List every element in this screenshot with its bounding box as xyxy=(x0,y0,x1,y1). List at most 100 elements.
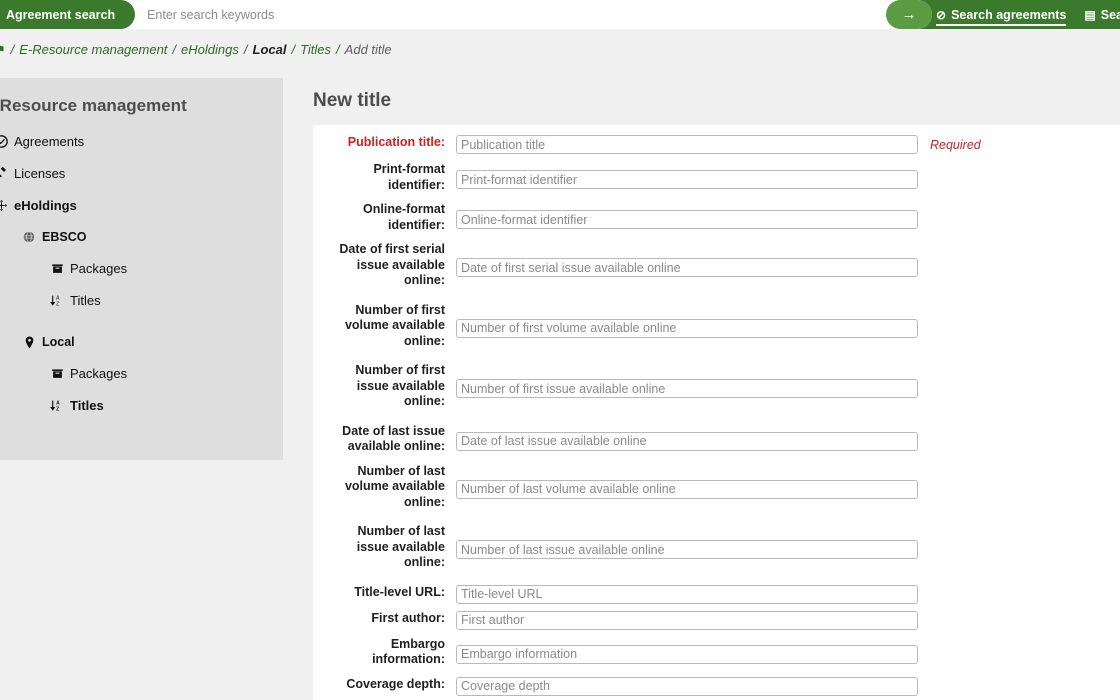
new-title-form-panel: Publication title:Required Print-format i… xyxy=(313,125,1120,700)
sidebar-title: -Resource management xyxy=(0,96,283,116)
field-label: Embargo information: xyxy=(313,637,456,668)
global-search-container: Agreement search → xyxy=(0,0,932,29)
sidebar-item-label: Titles xyxy=(70,398,104,413)
map-pin-icon xyxy=(22,335,36,349)
field-label: Number of last volume available online: xyxy=(313,464,456,511)
search-packages-action[interactable]: ▤ Sea xyxy=(1084,0,1120,29)
search-submit-button[interactable]: → xyxy=(886,0,932,29)
search-agreements-action[interactable]: ⊘ Search agreements xyxy=(936,0,1066,29)
search-agreements-label: Search agreements xyxy=(951,8,1066,22)
field-input[interactable] xyxy=(456,379,918,398)
check-circle-icon: ⊘ xyxy=(936,9,946,21)
field-label: Title-level URL: xyxy=(313,585,456,601)
field-input[interactable] xyxy=(456,611,918,630)
sidebar-item-eholdings[interactable]: eHoldings xyxy=(0,198,283,213)
field-label: Number of first volume available online: xyxy=(313,303,456,350)
sidebar-item-local-titles[interactable]: AZ Titles xyxy=(50,398,283,413)
form-row: Number of first volume available online: xyxy=(313,303,1120,350)
check-circle-icon xyxy=(0,135,8,149)
breadcrumb-item-eresource-management[interactable]: E-Resource management xyxy=(19,42,167,57)
breadcrumb-item-local[interactable]: Local xyxy=(253,42,287,57)
field-control xyxy=(456,585,918,604)
svg-text:A: A xyxy=(56,400,60,406)
required-indicator: Required xyxy=(930,135,981,155)
form-row: First author: xyxy=(313,611,1120,630)
field-input[interactable] xyxy=(456,258,918,277)
form-row: Number of last issue available online: xyxy=(313,524,1120,571)
breadcrumb-item-eholdings[interactable]: eHoldings xyxy=(181,42,239,57)
field-input[interactable] xyxy=(456,480,918,499)
sidebar-item-label: Agreements xyxy=(14,134,84,149)
field-input[interactable] xyxy=(456,540,918,559)
breadcrumb: ⚑ / E-Resource management / eHoldings / … xyxy=(0,29,1120,70)
sidebar-item-label: Local xyxy=(42,335,75,349)
sidebar-item-ebsco-packages[interactable]: Packages xyxy=(50,261,283,276)
field-input[interactable] xyxy=(456,585,918,604)
field-control xyxy=(456,677,918,696)
arrows-move-icon xyxy=(0,199,8,213)
field-label: First author: xyxy=(313,611,456,627)
home-icon[interactable]: ⚑ xyxy=(0,42,6,58)
sidebar-item-ebsco-titles[interactable]: AZ Titles xyxy=(50,293,283,308)
field-control xyxy=(456,480,918,499)
sidebar-item-local[interactable]: Local xyxy=(22,335,283,349)
field-input[interactable] xyxy=(456,135,918,154)
field-label: Date of last issue available online: xyxy=(313,424,456,455)
form-row: Title-level URL: xyxy=(313,585,1120,604)
field-control xyxy=(456,258,918,277)
form-row: Embargo information: xyxy=(313,637,1120,668)
field-input[interactable] xyxy=(456,319,918,338)
sidebar: -Resource management Agreements Licenses… xyxy=(0,78,283,460)
sidebar-spacer xyxy=(0,325,283,335)
sidebar-item-ebsco[interactable]: EBSCO xyxy=(22,230,283,244)
search-packages-label: Sea xyxy=(1101,8,1120,22)
field-label: Date of first serial issue available onl… xyxy=(313,242,456,289)
sidebar-item-label: Licenses xyxy=(14,166,65,181)
search-input[interactable] xyxy=(135,1,904,28)
archive-box-icon: ▤ xyxy=(1084,9,1095,21)
sidebar-item-label: Packages xyxy=(70,261,127,276)
field-label: Number of first issue available online: xyxy=(313,363,456,410)
breadcrumb-separator: / xyxy=(244,42,248,57)
sidebar-item-label: eHoldings xyxy=(14,198,77,213)
field-input[interactable] xyxy=(456,210,918,229)
form-row: Publication title:Required xyxy=(313,135,1120,155)
new-title-form: Publication title:Required Print-format i… xyxy=(313,125,1120,700)
breadcrumb-item-add-title: Add title xyxy=(345,42,392,57)
gavel-icon xyxy=(0,167,8,181)
field-control xyxy=(456,645,918,664)
field-label: Number of last issue available online: xyxy=(313,524,456,571)
form-row: Print-format identifier: xyxy=(313,162,1120,193)
sidebar-item-label: EBSCO xyxy=(42,230,86,244)
field-control xyxy=(456,432,918,451)
breadcrumb-item-titles[interactable]: Titles xyxy=(300,42,331,57)
breadcrumb-separator: / xyxy=(336,42,340,57)
globe-icon xyxy=(22,230,36,244)
field-control xyxy=(456,170,918,189)
form-row: Coverage depth: xyxy=(313,677,1120,696)
breadcrumb-separator: / xyxy=(291,42,295,57)
arrow-right-icon: → xyxy=(902,6,917,23)
field-input[interactable] xyxy=(456,677,918,696)
agreement-search-button[interactable]: Agreement search xyxy=(0,0,135,29)
sidebar-item-label: Titles xyxy=(70,293,101,308)
form-row: Date of last issue available online: xyxy=(313,424,1120,455)
field-control xyxy=(456,319,918,338)
topbar-actions: ⊘ Search agreements ▤ Sea xyxy=(936,0,1120,29)
field-input[interactable] xyxy=(456,432,918,451)
archive-box-icon xyxy=(50,367,64,381)
sort-alpha-down-icon: AZ xyxy=(50,294,64,308)
field-label: Online-format identifier: xyxy=(313,202,456,233)
field-input[interactable] xyxy=(456,645,918,664)
form-row: Date of first serial issue available onl… xyxy=(313,242,1120,289)
field-label: Coverage depth: xyxy=(313,677,456,693)
field-control xyxy=(456,210,918,229)
field-input[interactable] xyxy=(456,170,918,189)
field-control xyxy=(456,135,918,154)
sidebar-item-agreements[interactable]: Agreements xyxy=(0,134,283,149)
field-control xyxy=(456,611,918,630)
top-bar: Agreement search → ⊘ Search agreements ▤… xyxy=(0,0,1120,29)
sidebar-item-local-packages[interactable]: Packages xyxy=(50,366,283,381)
sidebar-item-licenses[interactable]: Licenses xyxy=(0,166,283,181)
sort-alpha-down-icon: AZ xyxy=(50,399,64,413)
